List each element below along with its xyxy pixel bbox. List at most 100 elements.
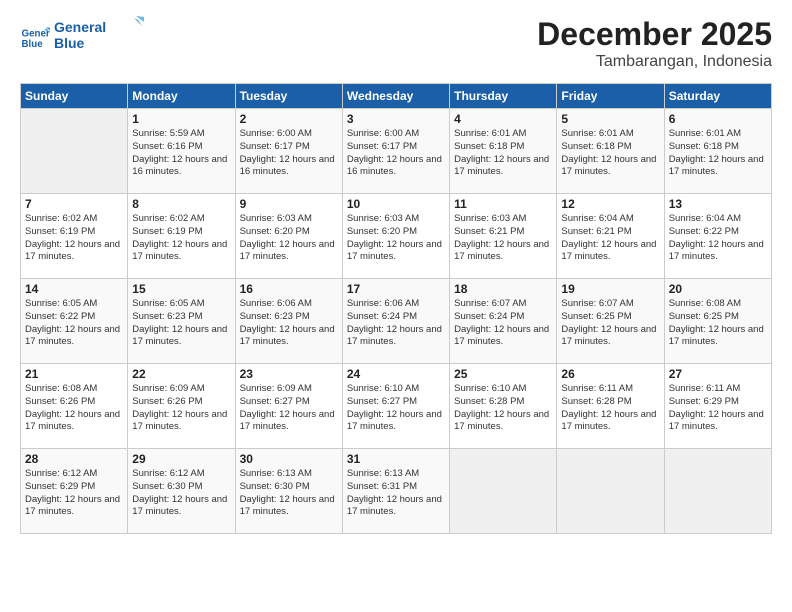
calendar-cell: 16 Sunrise: 6:06 AM Sunset: 6:23 PM Dayl…: [235, 279, 342, 364]
day-info: Sunrise: 6:11 AM Sunset: 6:28 PM Dayligh…: [561, 383, 659, 434]
day-info: Sunrise: 6:04 AM Sunset: 6:21 PM Dayligh…: [561, 213, 659, 264]
day-info: Sunrise: 6:00 AM Sunset: 6:17 PM Dayligh…: [347, 128, 445, 179]
daylight-text: Daylight: 12 hours and 17 minutes.: [347, 324, 442, 348]
calendar-cell: 3 Sunrise: 6:00 AM Sunset: 6:17 PM Dayli…: [342, 109, 449, 194]
day-info: Sunrise: 6:05 AM Sunset: 6:22 PM Dayligh…: [25, 298, 123, 349]
col-friday: Friday: [557, 84, 664, 109]
calendar-cell: 8 Sunrise: 6:02 AM Sunset: 6:19 PM Dayli…: [128, 194, 235, 279]
day-number: 23: [240, 367, 338, 381]
svg-text:Blue: Blue: [22, 39, 44, 50]
daylight-text: Daylight: 12 hours and 16 minutes.: [132, 154, 227, 178]
sunrise-text: Sunrise: 6:04 AM: [561, 213, 633, 224]
sunrise-text: Sunrise: 6:10 AM: [454, 383, 526, 394]
day-info: Sunrise: 6:01 AM Sunset: 6:18 PM Dayligh…: [454, 128, 552, 179]
day-number: 26: [561, 367, 659, 381]
day-number: 30: [240, 452, 338, 466]
sunset-text: Sunset: 6:29 PM: [25, 481, 95, 492]
sunrise-text: Sunrise: 6:01 AM: [561, 128, 633, 139]
col-tuesday: Tuesday: [235, 84, 342, 109]
calendar-cell: 18 Sunrise: 6:07 AM Sunset: 6:24 PM Dayl…: [450, 279, 557, 364]
day-number: 5: [561, 112, 659, 126]
sunset-text: Sunset: 6:27 PM: [240, 396, 310, 407]
daylight-text: Daylight: 12 hours and 17 minutes.: [561, 154, 656, 178]
day-info: Sunrise: 6:05 AM Sunset: 6:23 PM Dayligh…: [132, 298, 230, 349]
sunrise-text: Sunrise: 6:11 AM: [561, 383, 633, 394]
sunrise-text: Sunrise: 5:59 AM: [132, 128, 204, 139]
calendar-cell: 17 Sunrise: 6:06 AM Sunset: 6:24 PM Dayl…: [342, 279, 449, 364]
sunset-text: Sunset: 6:17 PM: [240, 141, 310, 152]
sunset-text: Sunset: 6:19 PM: [25, 226, 95, 237]
sunrise-text: Sunrise: 6:08 AM: [25, 383, 97, 394]
daylight-text: Daylight: 12 hours and 17 minutes.: [561, 324, 656, 348]
sunset-text: Sunset: 6:26 PM: [132, 396, 202, 407]
sunrise-text: Sunrise: 6:00 AM: [347, 128, 419, 139]
calendar-cell: 4 Sunrise: 6:01 AM Sunset: 6:18 PM Dayli…: [450, 109, 557, 194]
sunrise-text: Sunrise: 6:03 AM: [347, 213, 419, 224]
sunrise-text: Sunrise: 6:12 AM: [132, 468, 204, 479]
sunset-text: Sunset: 6:21 PM: [454, 226, 524, 237]
daylight-text: Daylight: 12 hours and 17 minutes.: [561, 239, 656, 263]
sunrise-text: Sunrise: 6:13 AM: [347, 468, 419, 479]
sunset-text: Sunset: 6:28 PM: [561, 396, 631, 407]
sunrise-text: Sunrise: 6:09 AM: [240, 383, 312, 394]
calendar-cell: 13 Sunrise: 6:04 AM Sunset: 6:22 PM Dayl…: [664, 194, 771, 279]
day-number: 31: [347, 452, 445, 466]
daylight-text: Daylight: 12 hours and 17 minutes.: [132, 409, 227, 433]
day-number: 14: [25, 282, 123, 296]
sunrise-text: Sunrise: 6:06 AM: [347, 298, 419, 309]
calendar-cell: 11 Sunrise: 6:03 AM Sunset: 6:21 PM Dayl…: [450, 194, 557, 279]
daylight-text: Daylight: 12 hours and 17 minutes.: [132, 494, 227, 518]
calendar-week-row: 7 Sunrise: 6:02 AM Sunset: 6:19 PM Dayli…: [21, 194, 772, 279]
calendar-cell: 31 Sunrise: 6:13 AM Sunset: 6:31 PM Dayl…: [342, 449, 449, 534]
sunrise-text: Sunrise: 6:13 AM: [240, 468, 312, 479]
sunrise-text: Sunrise: 6:07 AM: [561, 298, 633, 309]
day-info: Sunrise: 6:12 AM Sunset: 6:29 PM Dayligh…: [25, 468, 123, 519]
day-number: 17: [347, 282, 445, 296]
day-number: 6: [669, 112, 767, 126]
sunset-text: Sunset: 6:18 PM: [454, 141, 524, 152]
daylight-text: Daylight: 12 hours and 17 minutes.: [454, 324, 549, 348]
logo-icon: General Blue: [20, 23, 50, 53]
day-info: Sunrise: 6:03 AM Sunset: 6:21 PM Dayligh…: [454, 213, 552, 264]
day-info: Sunrise: 6:10 AM Sunset: 6:27 PM Dayligh…: [347, 383, 445, 434]
sunrise-text: Sunrise: 6:02 AM: [132, 213, 204, 224]
sunset-text: Sunset: 6:20 PM: [240, 226, 310, 237]
day-number: 1: [132, 112, 230, 126]
sunrise-text: Sunrise: 6:09 AM: [132, 383, 204, 394]
sunrise-text: Sunrise: 6:12 AM: [25, 468, 97, 479]
day-info: Sunrise: 6:08 AM Sunset: 6:25 PM Dayligh…: [669, 298, 767, 349]
title-block: December 2025 Tambarangan, Indonesia: [537, 16, 772, 71]
calendar-week-row: 28 Sunrise: 6:12 AM Sunset: 6:29 PM Dayl…: [21, 449, 772, 534]
day-info: Sunrise: 6:01 AM Sunset: 6:18 PM Dayligh…: [669, 128, 767, 179]
day-info: Sunrise: 6:02 AM Sunset: 6:19 PM Dayligh…: [25, 213, 123, 264]
daylight-text: Daylight: 12 hours and 16 minutes.: [347, 154, 442, 178]
calendar-cell: [21, 109, 128, 194]
day-info: Sunrise: 6:06 AM Sunset: 6:24 PM Dayligh…: [347, 298, 445, 349]
calendar-cell: 30 Sunrise: 6:13 AM Sunset: 6:30 PM Dayl…: [235, 449, 342, 534]
sunset-text: Sunset: 6:27 PM: [347, 396, 417, 407]
daylight-text: Daylight: 12 hours and 17 minutes.: [669, 409, 764, 433]
daylight-text: Daylight: 12 hours and 17 minutes.: [240, 409, 335, 433]
sunset-text: Sunset: 6:22 PM: [669, 226, 739, 237]
sunset-text: Sunset: 6:29 PM: [669, 396, 739, 407]
daylight-text: Daylight: 12 hours and 17 minutes.: [25, 494, 120, 518]
sunset-text: Sunset: 6:30 PM: [132, 481, 202, 492]
calendar-header-row: Sunday Monday Tuesday Wednesday Thursday…: [21, 84, 772, 109]
day-number: 4: [454, 112, 552, 126]
calendar-week-row: 21 Sunrise: 6:08 AM Sunset: 6:26 PM Dayl…: [21, 364, 772, 449]
day-number: 24: [347, 367, 445, 381]
calendar-cell: 27 Sunrise: 6:11 AM Sunset: 6:29 PM Dayl…: [664, 364, 771, 449]
sunset-text: Sunset: 6:25 PM: [561, 311, 631, 322]
col-wednesday: Wednesday: [342, 84, 449, 109]
sunrise-text: Sunrise: 6:04 AM: [669, 213, 741, 224]
page-subtitle: Tambarangan, Indonesia: [537, 53, 772, 71]
day-info: Sunrise: 6:13 AM Sunset: 6:31 PM Dayligh…: [347, 468, 445, 519]
daylight-text: Daylight: 12 hours and 17 minutes.: [132, 239, 227, 263]
sunset-text: Sunset: 6:18 PM: [669, 141, 739, 152]
day-number: 7: [25, 197, 123, 211]
sunset-text: Sunset: 6:17 PM: [347, 141, 417, 152]
sunrise-text: Sunrise: 6:08 AM: [669, 298, 741, 309]
calendar-cell: 23 Sunrise: 6:09 AM Sunset: 6:27 PM Dayl…: [235, 364, 342, 449]
daylight-text: Daylight: 12 hours and 16 minutes.: [240, 154, 335, 178]
calendar-week-row: 14 Sunrise: 6:05 AM Sunset: 6:22 PM Dayl…: [21, 279, 772, 364]
